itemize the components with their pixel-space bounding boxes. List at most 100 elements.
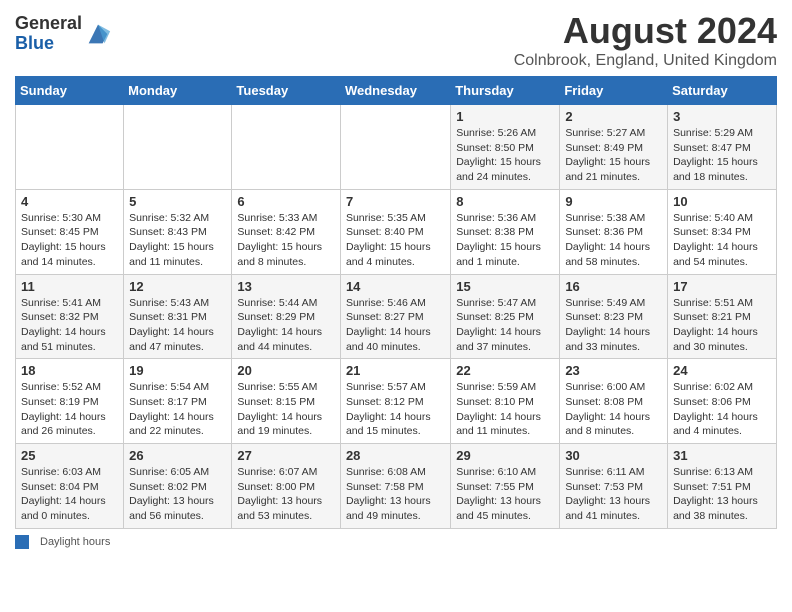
day-info: Sunrise: 5:32 AMSunset: 8:43 PMDaylight:… (129, 211, 226, 270)
calendar-header-row: SundayMondayTuesdayWednesdayThursdayFrid… (16, 77, 777, 105)
calendar-cell: 15 Sunrise: 5:47 AMSunset: 8:25 PMDayligh… (451, 274, 560, 359)
day-info: Sunrise: 5:55 AMSunset: 8:15 PMDaylight:… (237, 380, 335, 439)
day-number: 25 (21, 448, 118, 463)
footer: Daylight hours (15, 535, 777, 549)
day-number: 1 (456, 109, 554, 124)
day-number: 16 (565, 279, 662, 294)
day-info: Sunrise: 6:03 AMSunset: 8:04 PMDaylight:… (21, 465, 118, 524)
title-block: August 2024 Colnbrook, England, United K… (514, 10, 777, 70)
calendar-day-header: Tuesday (232, 77, 341, 105)
calendar-cell: 9Sunrise: 5:38 AMSunset: 8:36 PMDaylight… (560, 189, 668, 274)
day-number: 23 (565, 363, 662, 378)
day-number: 12 (129, 279, 226, 294)
calendar-cell: 27Sunrise: 6:07 AMSunset: 8:00 PMDayligh… (232, 444, 341, 529)
calendar-cell: 17 Sunrise: 5:51 AMSunset: 8:21 PMDayligh… (668, 274, 777, 359)
calendar-cell: 25 Sunrise: 6:03 AMSunset: 8:04 PMDayligh… (16, 444, 124, 529)
calendar-week-row: 11Sunrise: 5:41 AMSunset: 8:32 PMDayligh… (16, 274, 777, 359)
day-info: Sunrise: 6:00 AMSunset: 8:08 PMDaylight:… (565, 380, 662, 439)
day-number: 22 (456, 363, 554, 378)
logo-icon (84, 20, 112, 48)
calendar-cell: 3 Sunrise: 5:29 AMSunset: 8:47 PMDaylight… (668, 105, 777, 190)
calendar-cell: 30 Sunrise: 6:11 AMSunset: 7:53 PMDayligh… (560, 444, 668, 529)
calendar-cell (124, 105, 232, 190)
calendar-table: SundayMondayTuesdayWednesdayThursdayFrid… (15, 76, 777, 529)
day-number: 5 (129, 194, 226, 209)
day-number: 10 (673, 194, 771, 209)
calendar-cell: 26 Sunrise: 6:05 AMSunset: 8:02 PMDayligh… (124, 444, 232, 529)
calendar-cell (232, 105, 341, 190)
calendar-day-header: Thursday (451, 77, 560, 105)
day-number: 13 (237, 279, 335, 294)
day-number: 9 (565, 194, 662, 209)
calendar-week-row: 4Sunrise: 5:30 AMSunset: 8:45 PMDaylight… (16, 189, 777, 274)
day-info: Sunrise: 6:05 AMSunset: 8:02 PMDaylight:… (129, 465, 226, 524)
calendar-day-header: Wednesday (340, 77, 450, 105)
calendar-cell: 13 Sunrise: 5:44 AMSunset: 8:29 PMDayligh… (232, 274, 341, 359)
calendar-cell: 22 Sunrise: 5:59 AMSunset: 8:10 PMDayligh… (451, 359, 560, 444)
day-info: Sunrise: 5:35 AMSunset: 8:40 PMDaylight:… (346, 211, 445, 270)
calendar-cell: 2 Sunrise: 5:27 AMSunset: 8:49 PMDaylight… (560, 105, 668, 190)
day-info: Sunrise: 5:51 AMSunset: 8:21 PMDaylight:… (673, 296, 771, 355)
day-info: Sunrise: 6:13 AMSunset: 7:51 PMDaylight:… (673, 465, 771, 524)
day-info: Sunrise: 5:30 AMSunset: 8:45 PMDaylight:… (21, 211, 118, 270)
day-info: Sunrise: 6:11 AMSunset: 7:53 PMDaylight:… (565, 465, 662, 524)
day-number: 21 (346, 363, 445, 378)
calendar-week-row: 1Sunrise: 5:26 AMSunset: 8:50 PMDaylight… (16, 105, 777, 190)
day-info: Sunrise: 5:44 AMSunset: 8:29 PMDaylight:… (237, 296, 335, 355)
legend-label: Daylight hours (40, 536, 110, 548)
day-number: 19 (129, 363, 226, 378)
page-title: August 2024 (514, 10, 777, 52)
day-info: Sunrise: 5:52 AMSunset: 8:19 PMDaylight:… (21, 380, 118, 439)
calendar-week-row: 25 Sunrise: 6:03 AMSunset: 8:04 PMDayligh… (16, 444, 777, 529)
day-info: Sunrise: 5:49 AMSunset: 8:23 PMDaylight:… (565, 296, 662, 355)
day-info: Sunrise: 5:27 AMSunset: 8:49 PMDaylight:… (565, 126, 662, 185)
calendar-cell: 31Sunrise: 6:13 AMSunset: 7:51 PMDayligh… (668, 444, 777, 529)
calendar-cell: 29 Sunrise: 6:10 AMSunset: 7:55 PMDayligh… (451, 444, 560, 529)
calendar-cell: 28 Sunrise: 6:08 AMSunset: 7:58 PMDayligh… (340, 444, 450, 529)
day-info: Sunrise: 5:57 AMSunset: 8:12 PMDaylight:… (346, 380, 445, 439)
calendar-cell: 10 Sunrise: 5:40 AMSunset: 8:34 PMDayligh… (668, 189, 777, 274)
day-number: 30 (565, 448, 662, 463)
day-info: Sunrise: 5:59 AMSunset: 8:10 PMDaylight:… (456, 380, 554, 439)
day-info: Sunrise: 6:08 AMSunset: 7:58 PMDaylight:… (346, 465, 445, 524)
calendar-day-header: Saturday (668, 77, 777, 105)
day-number: 28 (346, 448, 445, 463)
day-number: 24 (673, 363, 771, 378)
calendar-cell: 4Sunrise: 5:30 AMSunset: 8:45 PMDaylight… (16, 189, 124, 274)
day-info: Sunrise: 6:10 AMSunset: 7:55 PMDaylight:… (456, 465, 554, 524)
footer-legend: Daylight hours (15, 535, 777, 549)
day-info: Sunrise: 5:47 AMSunset: 8:25 PMDaylight:… (456, 296, 554, 355)
day-info: Sunrise: 6:07 AMSunset: 8:00 PMDaylight:… (237, 465, 335, 524)
day-number: 6 (237, 194, 335, 209)
calendar-day-header: Monday (124, 77, 232, 105)
day-number: 17 (673, 279, 771, 294)
page-header: General Blue August 2024 Colnbrook, Engl… (15, 10, 777, 70)
day-info: Sunrise: 5:29 AMSunset: 8:47 PMDaylight:… (673, 126, 771, 185)
day-number: 2 (565, 109, 662, 124)
day-info: Sunrise: 5:46 AMSunset: 8:27 PMDaylight:… (346, 296, 445, 355)
day-info: Sunrise: 5:36 AMSunset: 8:38 PMDaylight:… (456, 211, 554, 270)
calendar-cell: 8 Sunrise: 5:36 AMSunset: 8:38 PMDaylight… (451, 189, 560, 274)
calendar-cell: 20 Sunrise: 5:55 AMSunset: 8:15 PMDayligh… (232, 359, 341, 444)
day-info: Sunrise: 5:54 AMSunset: 8:17 PMDaylight:… (129, 380, 226, 439)
calendar-day-header: Friday (560, 77, 668, 105)
day-number: 3 (673, 109, 771, 124)
day-info: Sunrise: 5:41 AMSunset: 8:32 PMDaylight:… (21, 296, 118, 355)
calendar-cell (16, 105, 124, 190)
day-info: Sunrise: 5:33 AMSunset: 8:42 PMDaylight:… (237, 211, 335, 270)
day-info: Sunrise: 6:02 AMSunset: 8:06 PMDaylight:… (673, 380, 771, 439)
day-info: Sunrise: 5:43 AMSunset: 8:31 PMDaylight:… (129, 296, 226, 355)
day-number: 26 (129, 448, 226, 463)
day-number: 7 (346, 194, 445, 209)
day-info: Sunrise: 5:40 AMSunset: 8:34 PMDaylight:… (673, 211, 771, 270)
calendar-cell: 19 Sunrise: 5:54 AMSunset: 8:17 PMDayligh… (124, 359, 232, 444)
calendar-cell: 14Sunrise: 5:46 AMSunset: 8:27 PMDayligh… (340, 274, 450, 359)
day-number: 20 (237, 363, 335, 378)
calendar-cell: 6 Sunrise: 5:33 AMSunset: 8:42 PMDaylight… (232, 189, 341, 274)
day-number: 8 (456, 194, 554, 209)
day-number: 15 (456, 279, 554, 294)
legend-color-box (15, 535, 29, 549)
day-number: 18 (21, 363, 118, 378)
logo: General Blue (15, 14, 112, 54)
day-number: 29 (456, 448, 554, 463)
